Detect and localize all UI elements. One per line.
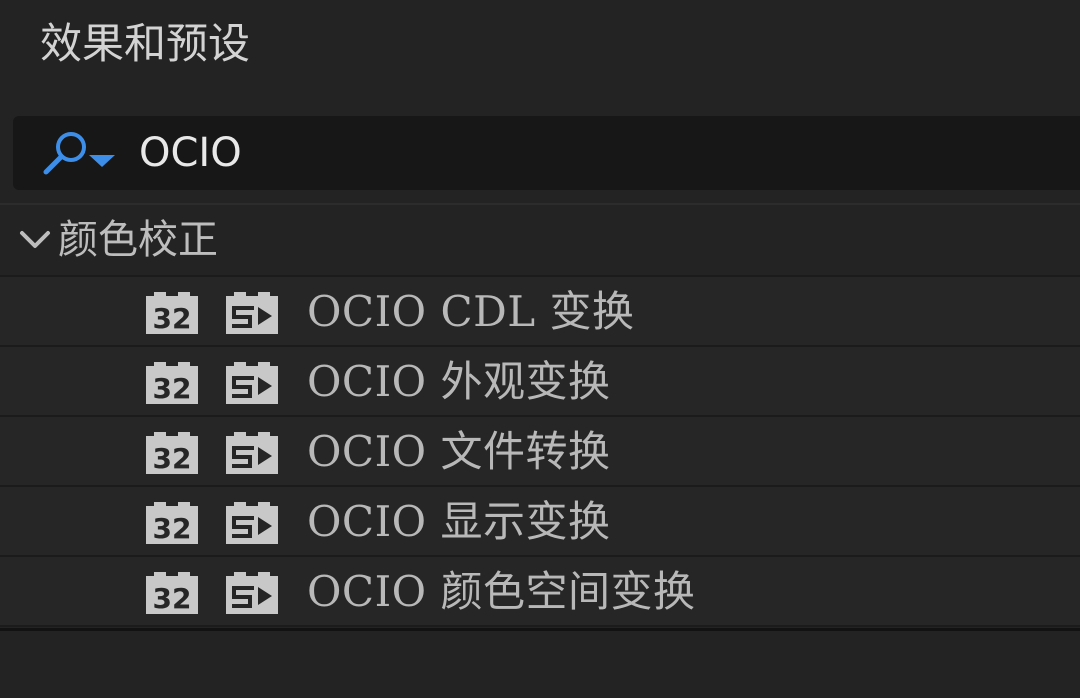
badge-32-text: 32 bbox=[153, 582, 192, 615]
accelerated-effect-badge-icon bbox=[226, 432, 278, 474]
effect-item[interactable]: 32 OCIO 显示变换 bbox=[0, 485, 1080, 555]
badge-32-text: 32 bbox=[153, 442, 192, 475]
32-bit-badge-icon: 32 bbox=[146, 572, 198, 615]
badge-32-text: 32 bbox=[153, 372, 192, 405]
effect-label: OCIO 颜色空间变换 bbox=[307, 567, 696, 616]
divider bbox=[0, 628, 1080, 631]
effect-item[interactable]: 32 OCIO 外观变换 bbox=[0, 345, 1080, 415]
group-label: 颜色校正 bbox=[58, 217, 218, 263]
search-input[interactable] bbox=[139, 124, 739, 182]
effect-label: OCIO 外观变换 bbox=[307, 357, 611, 406]
effect-item[interactable]: 32 OCIO 颜色空间变换 bbox=[0, 555, 1080, 627]
32-bit-badge-icon: 32 bbox=[146, 502, 198, 545]
accelerated-effect-badge-icon bbox=[226, 572, 278, 614]
effect-label: OCIO 文件转换 bbox=[307, 427, 611, 476]
32-bit-badge-icon: 32 bbox=[146, 432, 198, 475]
badge-32-text: 32 bbox=[153, 302, 192, 335]
effects-and-presets-panel: 效果和预设 颜色校正 32 bbox=[0, 0, 1080, 698]
search-dropdown-icon[interactable] bbox=[37, 128, 119, 178]
group-row-color-correction[interactable]: 颜色校正 bbox=[0, 205, 1080, 275]
effect-label: OCIO 显示变换 bbox=[307, 497, 611, 546]
32-bit-badge-icon: 32 bbox=[146, 362, 198, 405]
search-box[interactable] bbox=[13, 116, 1080, 190]
32-bit-badge-icon: 32 bbox=[146, 292, 198, 335]
panel-title: 效果和预设 bbox=[40, 19, 251, 68]
accelerated-effect-badge-icon bbox=[226, 502, 278, 544]
accelerated-effect-badge-icon bbox=[226, 362, 278, 404]
chevron-down-icon[interactable] bbox=[18, 227, 52, 253]
effect-label: OCIO CDL 变换 bbox=[307, 287, 635, 336]
badge-32-text: 32 bbox=[153, 512, 192, 545]
accelerated-effect-badge-icon bbox=[226, 292, 278, 334]
effect-item[interactable]: 32 OCIO CDL 变换 bbox=[0, 275, 1080, 345]
effect-list: 32 OCIO CDL 变换 32 OCIO 外观变换 32 OCIO 文件转换… bbox=[0, 275, 1080, 627]
effect-item[interactable]: 32 OCIO 文件转换 bbox=[0, 415, 1080, 485]
panel-header: 效果和预设 bbox=[0, 0, 1080, 100]
